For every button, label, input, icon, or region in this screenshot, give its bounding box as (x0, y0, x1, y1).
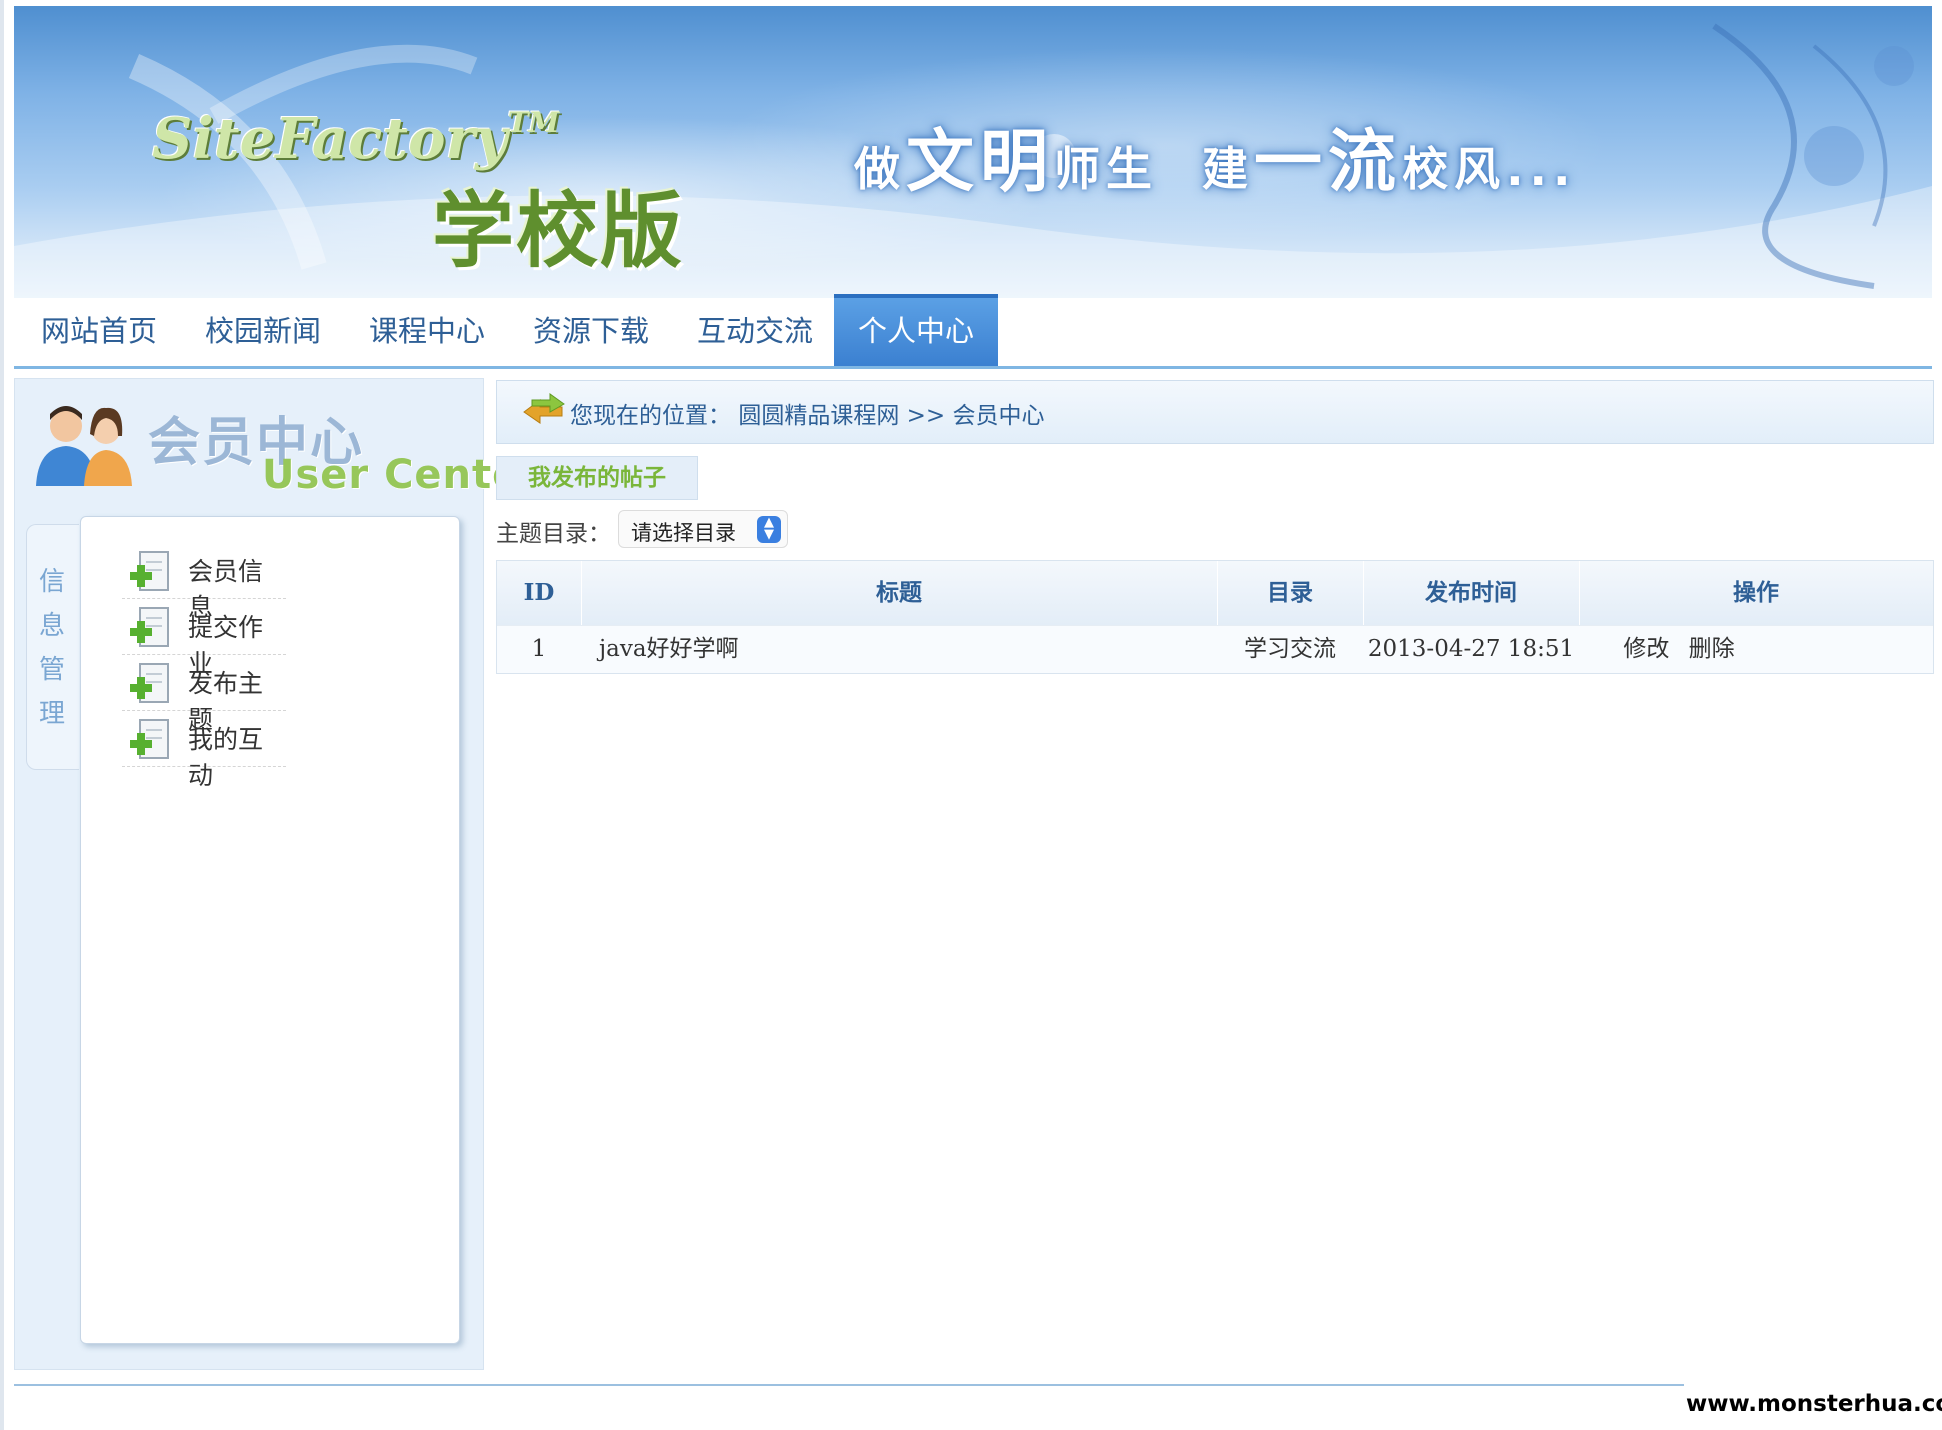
category-filter-label: 主题目录： (496, 521, 611, 547)
document-add-icon (130, 719, 169, 759)
category-select[interactable]: 请选择目录 ▲ ▼ (618, 510, 788, 548)
nav-interaction[interactable]: 互动交流 (680, 294, 830, 368)
document-add-icon (130, 551, 169, 591)
column-header-id: ID (497, 561, 582, 625)
footer-divider (14, 1384, 1684, 1386)
column-header-time: 发布时间 (1363, 561, 1580, 625)
menu-item-label: 我的互动 (188, 725, 264, 790)
row-time: 2013-04-27 18:51 (1367, 636, 1575, 662)
location-arrows-icon (523, 393, 565, 424)
posts-table: ID 标题 目录 发布时间 操作 1 java好好学啊 学习交流 2013-04… (496, 560, 1934, 674)
select-stepper-icon: ▲ ▼ (757, 516, 781, 543)
side-tab-char: 管 (38, 655, 65, 685)
document-add-icon (130, 663, 169, 703)
nav-underline (14, 366, 1932, 369)
row-title-link[interactable]: java好好学啊 (599, 626, 1199, 673)
page-left-border (0, 0, 4, 1430)
breadcrumb-current-link[interactable]: 会员中心 (952, 403, 1044, 429)
menu-item-post-topic[interactable]: 发布主题 (122, 656, 286, 734)
column-header-actions: 操作 (1733, 579, 1779, 606)
banner-slogan: 做文明师生 建一流校风... (854, 123, 1577, 202)
logo-trademark: TM (507, 106, 560, 139)
row-category: 学习交流 (1244, 636, 1336, 662)
breadcrumb: 您现在的位置： 圆圆精品课程网 >> 会员中心 (570, 396, 1044, 430)
edit-link[interactable]: 修改 (1623, 636, 1669, 662)
main-nav: 网站首页 校园新闻 课程中心 资源下载 互动交流 个人中心 (14, 294, 1932, 368)
delete-link[interactable]: 删除 (1689, 636, 1735, 662)
menu-item-member-info[interactable]: 会员信息 (122, 544, 286, 622)
side-tab-char: 息 (38, 611, 65, 641)
logo-text: SiteFactoryTM (152, 106, 560, 172)
site-banner: SiteFactoryTM 学校版 做文明师生 建一流校风... (14, 6, 1932, 298)
tab-my-posts[interactable]: 我发布的帖子 (496, 456, 698, 500)
row-id: 1 (531, 636, 547, 662)
menu-item-submit-homework[interactable]: 提交作业 (122, 600, 286, 678)
nav-campus-news[interactable]: 校园新闻 (188, 294, 338, 368)
menu-item-my-interactions[interactable]: 我的互动 (122, 712, 286, 790)
watermark: www.monsterhua.com (1686, 1382, 1942, 1426)
table-row: 1 java好好学啊 学习交流 2013-04-27 18:51 修改 删除 (497, 625, 1933, 673)
logo-edition: 学校版 (432, 184, 685, 279)
document-add-icon (130, 607, 169, 647)
nav-personal-center[interactable]: 个人中心 (834, 294, 998, 368)
side-tab-char: 信 (38, 567, 65, 597)
column-header-category: 目录 (1217, 561, 1364, 625)
category-select-value: 请选择目录 (631, 521, 736, 545)
nav-home[interactable]: 网站首页 (24, 294, 174, 368)
row-actions: 修改 删除 (1579, 626, 1779, 673)
nav-course-center[interactable]: 课程中心 (352, 294, 502, 368)
info-manage-tab-label: 信 息 管 理 (26, 560, 78, 736)
breadcrumb-separator: >> (906, 403, 946, 429)
column-header-title: 标题 (581, 561, 1218, 625)
users-avatar-icon (36, 406, 132, 486)
page: SiteFactoryTM 学校版 做文明师生 建一流校风... 网站首页 校园… (0, 0, 1942, 1430)
nav-downloads[interactable]: 资源下载 (516, 294, 666, 368)
table-header: ID 标题 目录 发布时间 操作 (497, 561, 1933, 625)
breadcrumb-site-link[interactable]: 圆圆精品课程网 (738, 403, 899, 429)
breadcrumb-prefix: 您现在的位置： (570, 403, 731, 429)
side-tab-char: 理 (38, 699, 65, 729)
